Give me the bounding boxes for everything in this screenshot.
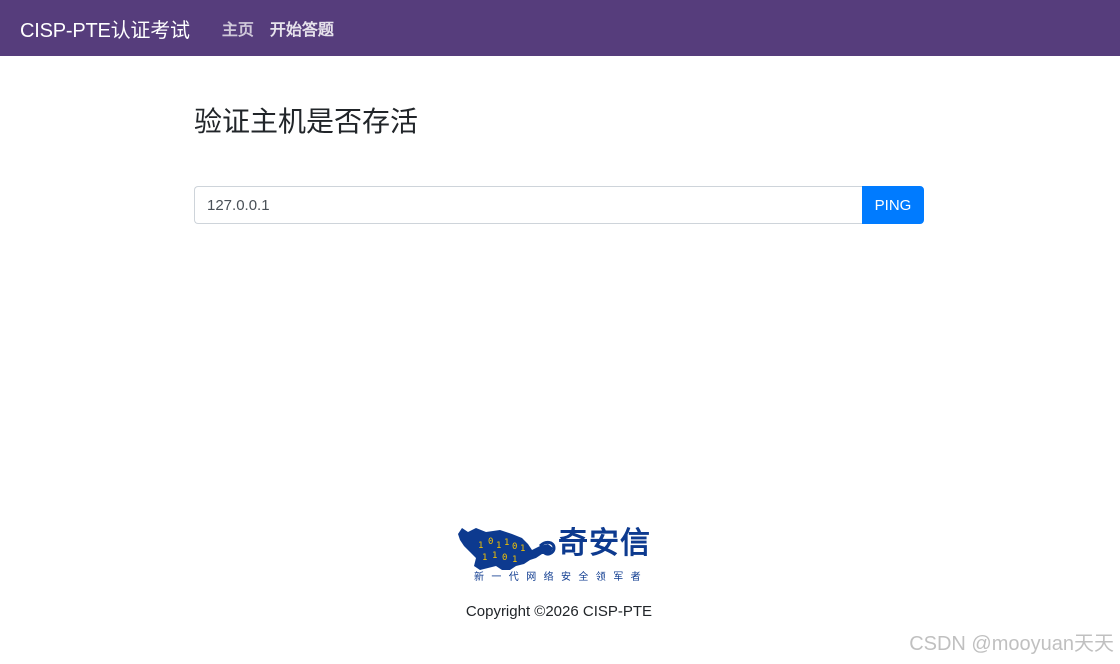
- navbar-brand[interactable]: CISP-PTE认证考试: [20, 14, 190, 43]
- svg-text:0: 0: [488, 537, 493, 547]
- svg-text:1: 1: [492, 551, 497, 561]
- page-title: 验证主机是否存活: [194, 106, 419, 137]
- svg-text:1: 1: [512, 555, 517, 565]
- csdn-watermark: CSDN @mooyuan天天: [909, 633, 1114, 655]
- logo-slogan: 新一代网络安全领军者: [474, 572, 648, 583]
- svg-text:1: 1: [504, 538, 509, 548]
- tiger-binary-logo-icon: 1 0 1 1 0 1 1 1 0 1: [458, 528, 556, 570]
- svg-text:1: 1: [520, 544, 525, 554]
- ping-button[interactable]: PING: [862, 186, 924, 224]
- top-navbar: CISP-PTE认证考试 主页 开始答题: [0, 0, 1120, 56]
- svg-text:0: 0: [502, 553, 507, 563]
- copyright-text: Copyright ©2026 CISP-PTE: [465, 603, 653, 620]
- svg-text:1: 1: [496, 541, 501, 551]
- svg-text:1: 1: [478, 541, 483, 551]
- nav-link-home[interactable]: 主页: [222, 16, 254, 40]
- host-input[interactable]: [194, 186, 862, 224]
- qianxin-logo: 1 0 1 1 0 1 1 1 0 1 奇安信 新一代网络安全领军者: [456, 524, 664, 588]
- ping-form: PING: [194, 186, 924, 224]
- nav-link-start-quiz[interactable]: 开始答题: [270, 16, 334, 40]
- svg-text:0: 0: [512, 542, 517, 552]
- svg-text:1: 1: [482, 553, 487, 563]
- logo-name: 奇安信: [558, 527, 651, 560]
